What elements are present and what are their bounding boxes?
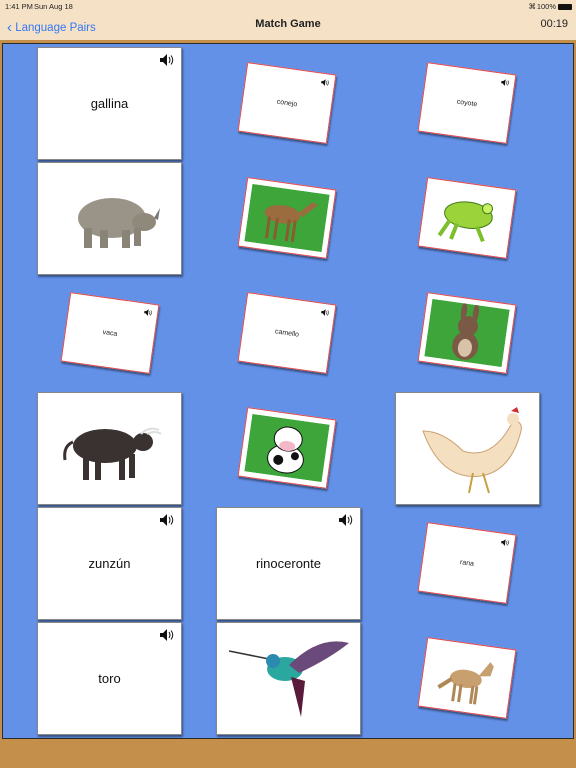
image-card-coyote[interactable] [417, 637, 517, 719]
image-card-rabbit[interactable] [417, 292, 517, 374]
speaker-icon[interactable] [160, 629, 174, 641]
card-word: coyote [456, 98, 478, 108]
image-card-hen[interactable] [395, 392, 540, 505]
frog-image [437, 201, 493, 243]
word-card-vaca[interactable]: vaca [60, 292, 160, 374]
card-word: conejo [276, 98, 298, 108]
battery-icon [558, 4, 572, 10]
status-date: Sun Aug 18 [34, 2, 73, 11]
hen-image [421, 407, 522, 494]
status-battery: 100% [536, 2, 556, 11]
speaker-icon[interactable] [501, 539, 510, 547]
speaker-icon[interactable] [321, 79, 330, 87]
word-card-rinoceronte[interactable]: rinoceronte [216, 507, 361, 620]
word-card-coyote[interactable]: coyote [417, 62, 517, 144]
bull-image [62, 427, 162, 480]
image-card-cow[interactable] [237, 407, 337, 489]
card-word: camello [274, 327, 300, 339]
speaker-icon[interactable] [160, 514, 174, 526]
rhinoceros-image [77, 197, 160, 248]
image-card-rhinoceros[interactable] [37, 162, 182, 275]
image-card-bull[interactable] [37, 392, 182, 505]
card-word: rinoceronte [255, 556, 322, 571]
speaker-icon[interactable] [144, 309, 153, 317]
wifi-icon: ⌘ [528, 2, 537, 11]
speaker-icon[interactable] [321, 309, 330, 317]
card-word: rana [459, 558, 475, 568]
card-word: vaca [102, 328, 118, 338]
card-word: gallina [90, 96, 129, 111]
word-card-camello[interactable]: camello [237, 292, 337, 374]
word-card-conejo[interactable]: conejo [237, 62, 337, 144]
speaker-icon[interactable] [339, 514, 353, 526]
coyote-image [437, 662, 494, 705]
speaker-icon[interactable] [501, 79, 510, 87]
card-word: zunzún [88, 556, 131, 571]
image-card-camel[interactable] [237, 177, 337, 259]
page-title: Match Game [255, 18, 321, 30]
rabbit-image [424, 298, 510, 368]
image-card-frog[interactable] [417, 177, 517, 259]
speaker-icon[interactable] [160, 54, 174, 66]
card-word: toro [98, 671, 121, 686]
status-time: 1:41 PM [5, 2, 33, 11]
word-card-rana[interactable]: rana [417, 522, 517, 604]
timer: 00:19 [540, 18, 568, 30]
hummingbird-image [228, 640, 349, 717]
navigation-header: 1:41 PM Sun Aug 18 ⌘ 100% ‹ Language Pai… [0, 0, 576, 40]
camel-image [244, 183, 330, 253]
cow-image [244, 413, 330, 483]
word-card-gallina[interactable]: gallina [37, 47, 182, 160]
word-card-toro[interactable]: toro [37, 622, 182, 735]
word-card-zunzun[interactable]: zunzún [37, 507, 182, 620]
image-card-hummingbird[interactable] [216, 622, 361, 735]
